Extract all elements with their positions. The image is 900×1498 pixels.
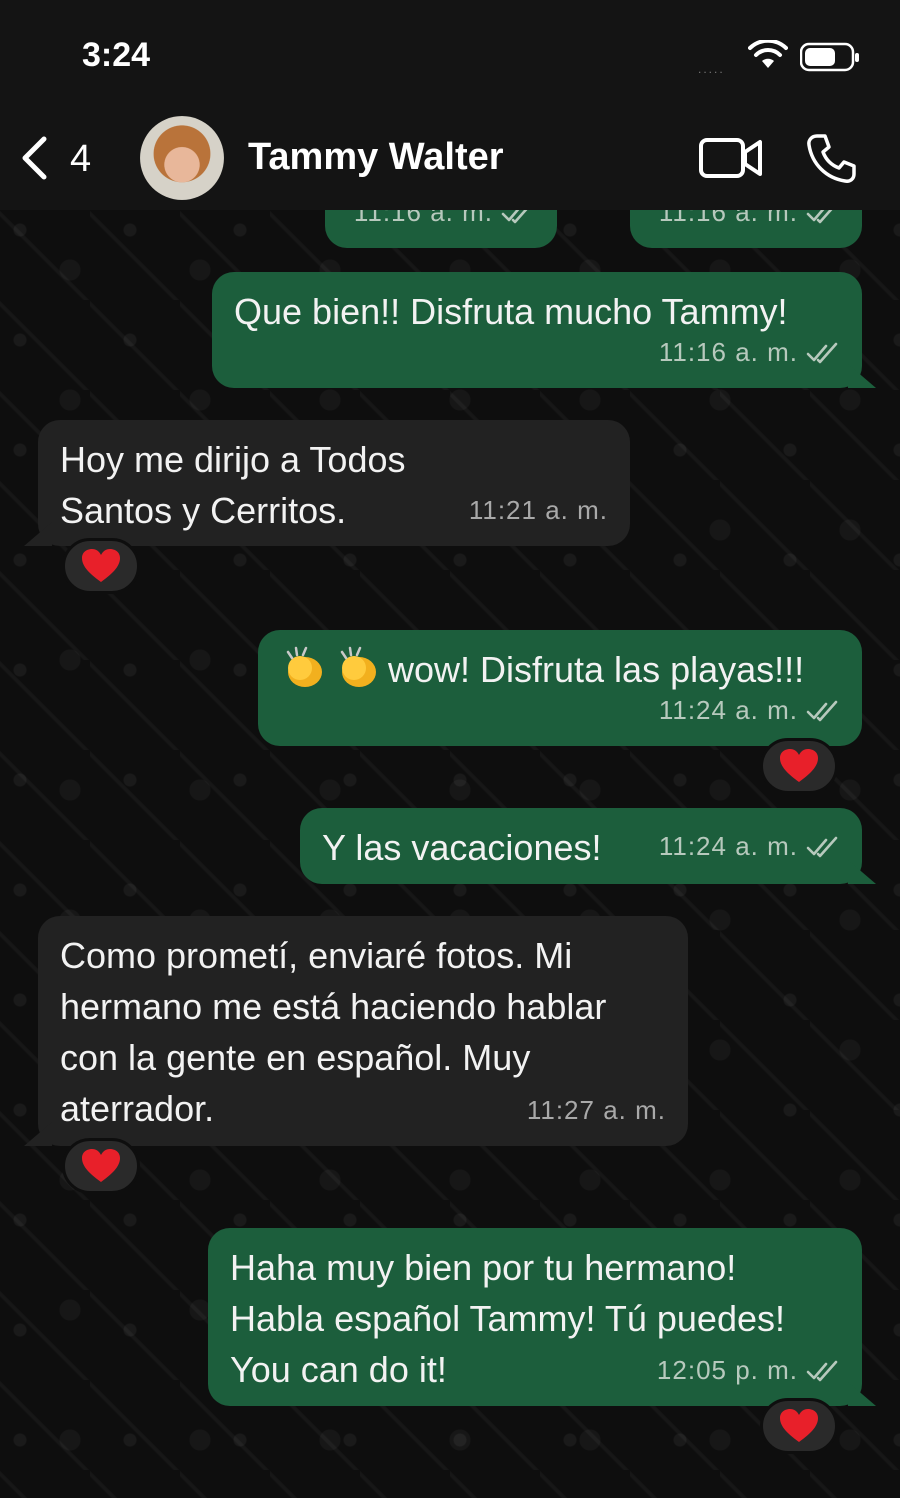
message-meta: 11:16 a. m.	[354, 210, 535, 238]
message-meta: 11:16 a. m.	[659, 327, 840, 378]
read-ticks-icon	[501, 210, 527, 223]
reaction-badge[interactable]	[760, 738, 838, 794]
message-time: 11:16 a. m.	[658, 337, 798, 367]
message-meta: 11:21 a. m.	[469, 485, 608, 536]
message-bubble-outgoing[interactable]: wow! Disfruta las playas!!! 11:24 a. m.	[258, 630, 862, 746]
read-ticks-icon	[806, 1360, 838, 1381]
phone-call-icon[interactable]	[804, 132, 858, 186]
message-bubble-outgoing[interactable]: 11:16 a. m.	[630, 210, 862, 248]
chat-area[interactable]: 11:16 a. m. 11:16 a. m. Que bien!! Disfr…	[0, 210, 900, 1498]
message-bubble-outgoing[interactable]: 11:16 a. m.	[325, 210, 557, 248]
avatar[interactable]	[140, 116, 224, 200]
reaction-badge[interactable]	[760, 1398, 838, 1454]
heart-icon	[780, 1409, 818, 1442]
message-text: wow! Disfruta las playas!!!	[388, 649, 805, 690]
message-time: 12:05 p. m.	[656, 1355, 798, 1385]
contact-name[interactable]: Tammy Walter	[248, 136, 504, 179]
message-time: 11:27 a. m.	[526, 1095, 666, 1125]
status-time: 3:24	[82, 36, 151, 74]
read-ticks-icon	[806, 342, 838, 363]
message-meta: 11:27 a. m.	[527, 1085, 666, 1136]
read-ticks-icon	[806, 700, 838, 721]
read-ticks-icon	[806, 836, 838, 857]
message-time: 11:16 a. m.	[353, 210, 493, 227]
message-bubble-outgoing[interactable]: Que bien!! Disfruta mucho Tammy! 11:16 a…	[212, 272, 862, 388]
unread-count[interactable]: 4	[70, 138, 91, 181]
message-meta: 11:24 a. m.	[659, 821, 840, 872]
message-bubble-outgoing[interactable]: Y las vacaciones! 11:24 a. m.	[300, 808, 862, 884]
heart-icon	[82, 1149, 120, 1182]
message-meta: 11:16 a. m.	[659, 210, 840, 238]
back-chevron-icon[interactable]	[16, 134, 56, 184]
message-bubble-incoming[interactable]: Como prometí, enviaré fotos. Mi hermano …	[38, 916, 688, 1146]
read-ticks-icon	[806, 210, 832, 223]
wifi-icon	[748, 40, 788, 68]
message-time: 11:21 a. m.	[468, 495, 608, 525]
clapping-hands-icon	[286, 646, 322, 687]
video-call-icon[interactable]	[698, 136, 764, 180]
signal-icon: .....	[698, 62, 725, 76]
heart-icon	[780, 749, 818, 782]
battery-icon	[800, 42, 859, 72]
message-text: Hoy me dirijo a Todos Santos y Cerritos.	[60, 439, 406, 531]
message-meta: 11:24 a. m.	[659, 685, 840, 736]
message-time: 11:24 a. m.	[658, 695, 798, 725]
heart-icon	[82, 549, 120, 582]
clapping-hands-icon	[340, 646, 376, 687]
message-bubble-incoming[interactable]: Hoy me dirijo a Todos Santos y Cerritos.…	[38, 420, 630, 546]
message-meta: 12:05 p. m.	[657, 1345, 840, 1396]
message-time: 11:16 a. m.	[658, 210, 798, 227]
chat-header: 3:24 ..... 4 Tammy Walter	[0, 0, 900, 210]
message-bubble-outgoing[interactable]: Haha muy bien por tu hermano! Habla espa…	[208, 1228, 862, 1406]
reaction-badge[interactable]	[62, 538, 140, 594]
message-time: 11:24 a. m.	[658, 831, 798, 861]
reaction-badge[interactable]	[62, 1138, 140, 1194]
